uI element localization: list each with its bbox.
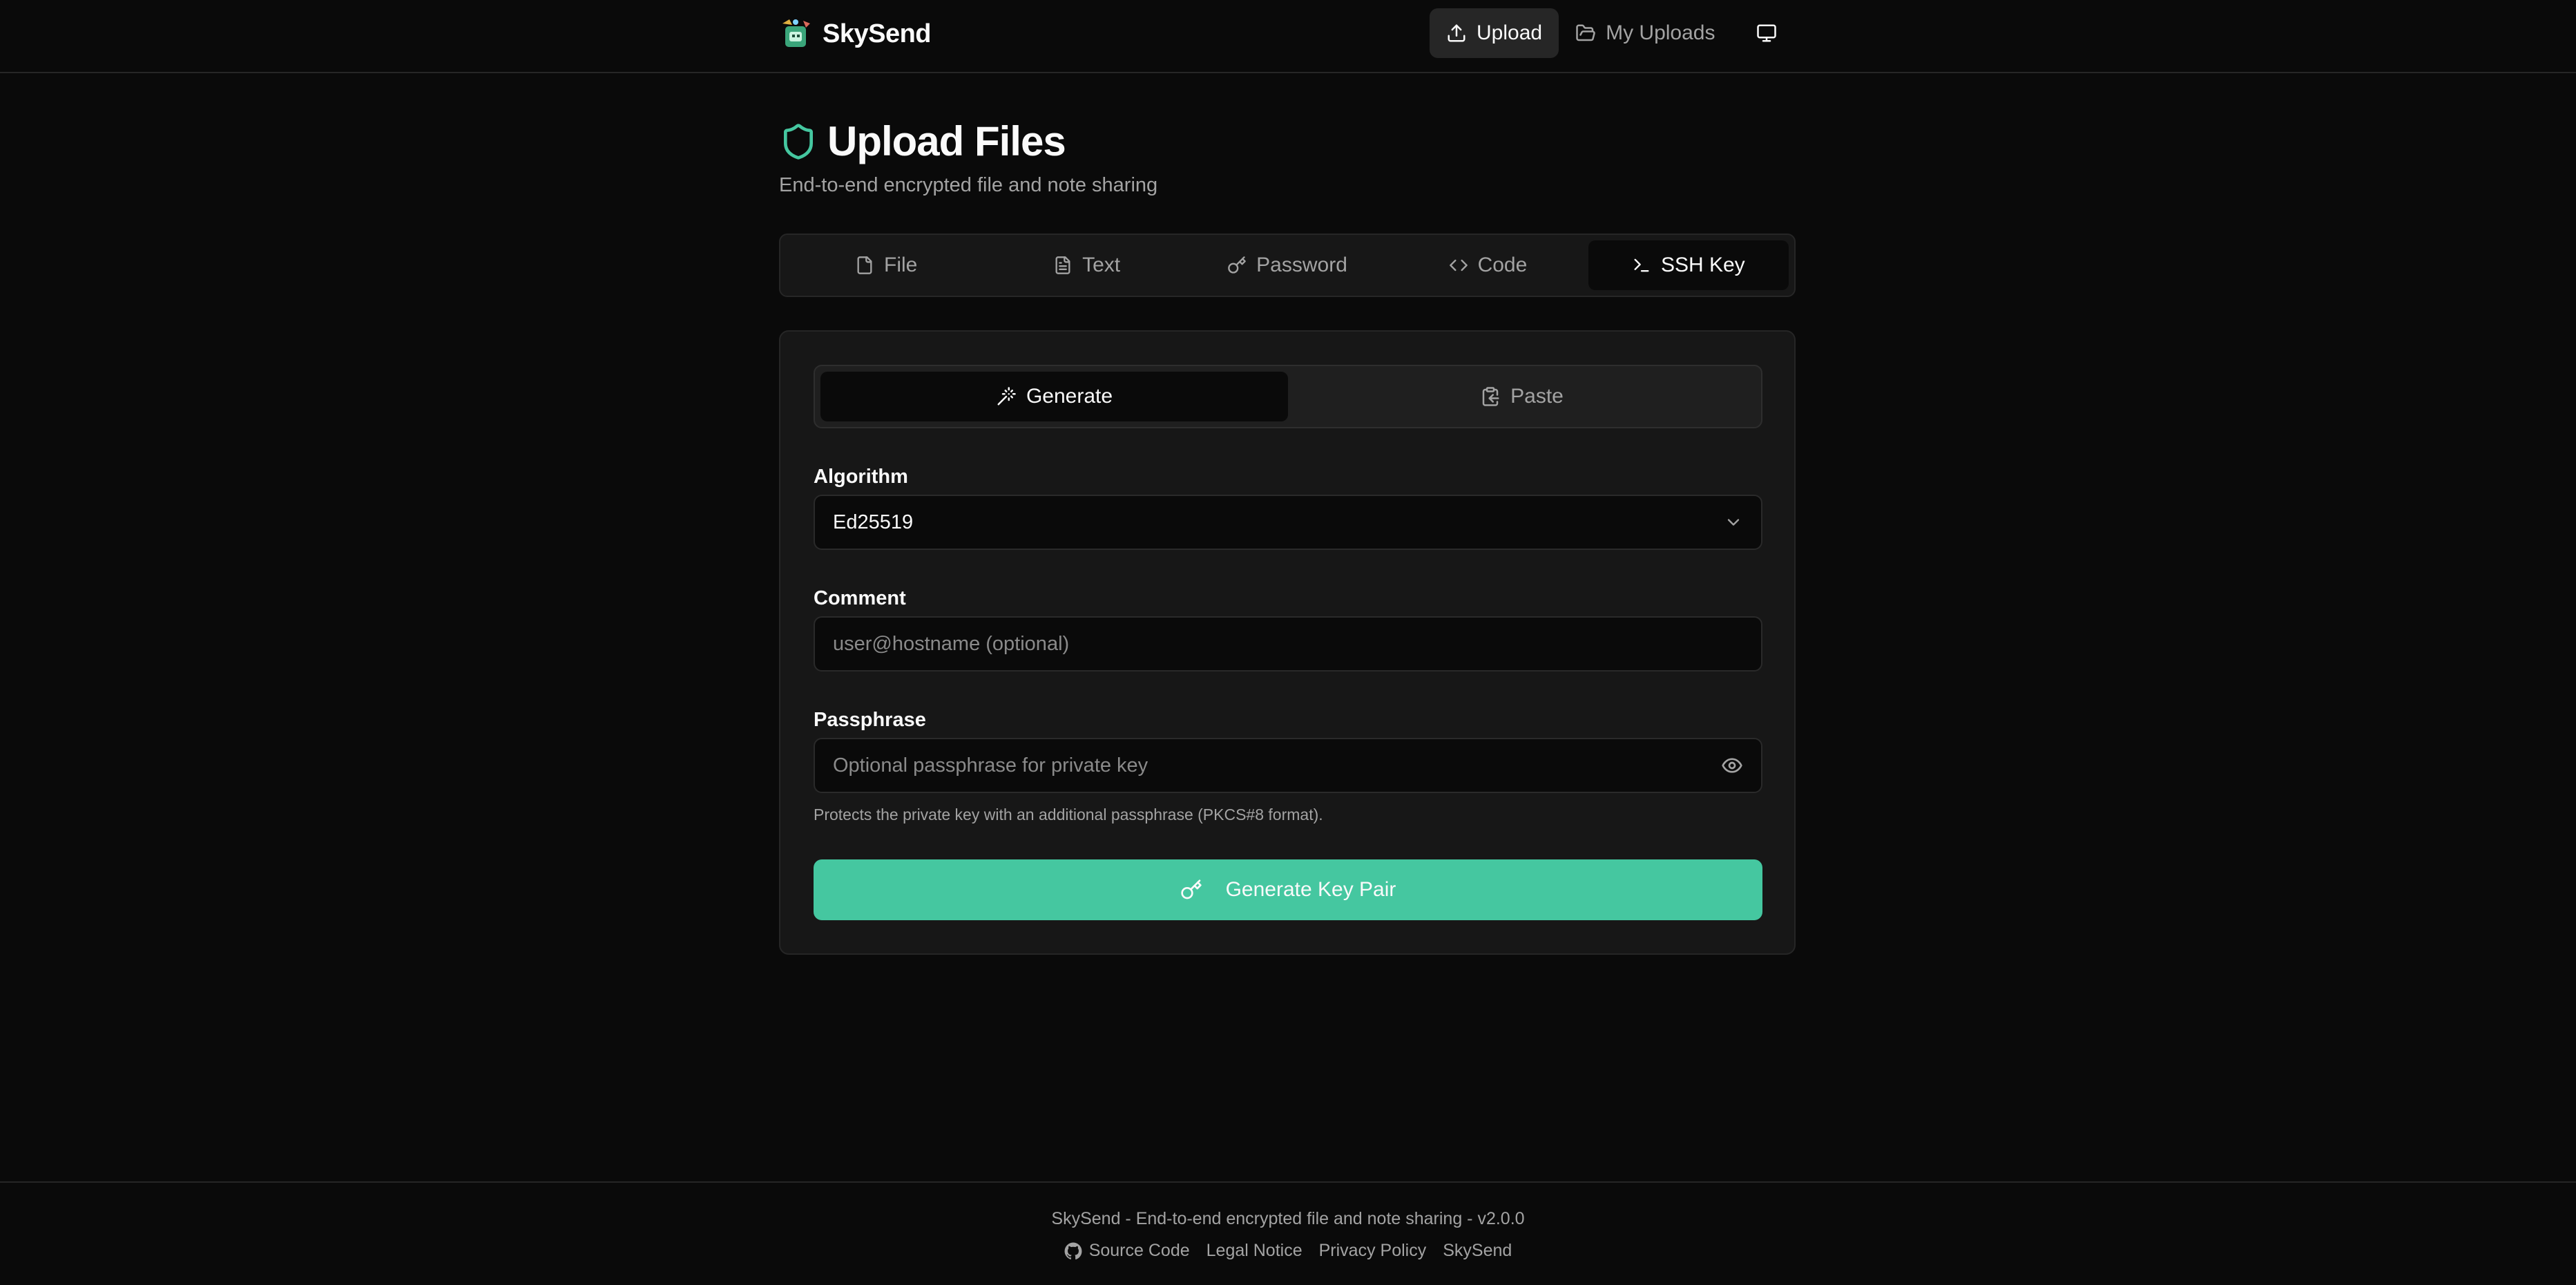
display-toggle-button[interactable] (1742, 8, 1791, 58)
comment-field-wrapper (814, 616, 1762, 672)
clipboard-icon (1482, 387, 1499, 406)
tab-text-label: Text (1082, 254, 1121, 276)
comment-label: Comment (814, 587, 906, 609)
footer-link-source-code[interactable]: Source Code (1064, 1241, 1190, 1261)
nav-upload-button[interactable]: Upload (1430, 8, 1559, 58)
wand-icon (997, 387, 1016, 406)
eye-icon[interactable] (1721, 754, 1743, 777)
page-title-row: Upload Files (779, 117, 1066, 165)
page-subtitle: End-to-end encrypted file and note shari… (779, 174, 1158, 196)
app-header: SkySend Upload My Uploads (0, 0, 2576, 73)
footer-link-skysend[interactable]: SkySend (1443, 1241, 1512, 1261)
footer-link-privacy-policy[interactable]: Privacy Policy (1319, 1241, 1427, 1261)
monitor-icon (1757, 24, 1777, 42)
tab-text[interactable]: Text (986, 240, 1186, 290)
algorithm-select-value: Ed25519 (833, 511, 914, 533)
passphrase-help-text: Protects the private key with an additio… (814, 806, 1323, 824)
tab-file[interactable]: File (786, 240, 986, 290)
tab-file-label: File (884, 254, 918, 276)
chevron-down-icon (1727, 519, 1740, 526)
app-footer: SkySend - End-to-end encrypted file and … (0, 1181, 2576, 1285)
footer-link-source-code-label: Source Code (1088, 1241, 1190, 1260)
top-nav: Upload My Uploads (1430, 8, 1791, 58)
nav-upload-label: Upload (1477, 21, 1543, 44)
mode-tab-generate[interactable]: Generate (820, 372, 1288, 421)
passphrase-input[interactable] (833, 754, 1721, 777)
shield-icon (784, 123, 813, 160)
algorithm-select[interactable]: Ed25519 (814, 495, 1762, 550)
footer-link-legal-notice[interactable]: Legal Notice (1207, 1241, 1303, 1261)
upload-type-tabs: File Text Password Code SSH Key (779, 234, 1796, 297)
nav-my-uploads-label: My Uploads (1606, 21, 1715, 44)
tab-password-label: Password (1256, 254, 1347, 276)
key-icon (1228, 256, 1246, 274)
mode-tab-paste-label: Paste (1510, 385, 1564, 408)
github-icon (1064, 1242, 1082, 1259)
ssh-mode-tabs: Generate Paste (814, 365, 1762, 428)
algorithm-label: Algorithm (814, 466, 908, 488)
code-icon (1449, 259, 1468, 272)
brand-name: SkySend (823, 19, 932, 48)
footer-tagline: SkySend - End-to-end encrypted file and … (1051, 1209, 1525, 1228)
mode-tab-paste[interactable]: Paste (1288, 372, 1756, 421)
skysend-logo-icon (782, 19, 810, 47)
file-text-icon (1055, 256, 1070, 274)
terminal-icon (1634, 258, 1649, 272)
tab-ssh-key[interactable]: SSH Key (1588, 240, 1789, 290)
mode-tab-generate-label: Generate (1026, 385, 1113, 408)
upload-icon (1448, 24, 1465, 42)
file-icon (857, 256, 872, 274)
footer-links: Source Code Legal Notice Privacy Policy … (0, 1241, 2576, 1261)
passphrase-field-wrapper (814, 738, 1762, 793)
nav-my-uploads-button[interactable]: My Uploads (1559, 8, 1731, 58)
folder-open-icon (1576, 24, 1595, 41)
tab-ssh-key-label: SSH Key (1660, 254, 1745, 276)
brand-logo[interactable]: SkySend (778, 17, 932, 51)
comment-input[interactable] (833, 632, 1743, 656)
page-title: Upload Files (827, 118, 1066, 164)
ssh-key-card: Generate Paste Algorithm Ed25519 Comment… (779, 330, 1796, 955)
generate-key-pair-button[interactable]: Generate Key Pair (814, 859, 1762, 920)
passphrase-label: Passphrase (814, 709, 926, 731)
tab-code[interactable]: Code (1387, 240, 1588, 290)
tab-code-label: Code (1477, 254, 1528, 276)
key-icon (1180, 879, 1202, 900)
generate-key-pair-label: Generate Key Pair (1225, 878, 1396, 901)
tab-password[interactable]: Password (1187, 240, 1387, 290)
